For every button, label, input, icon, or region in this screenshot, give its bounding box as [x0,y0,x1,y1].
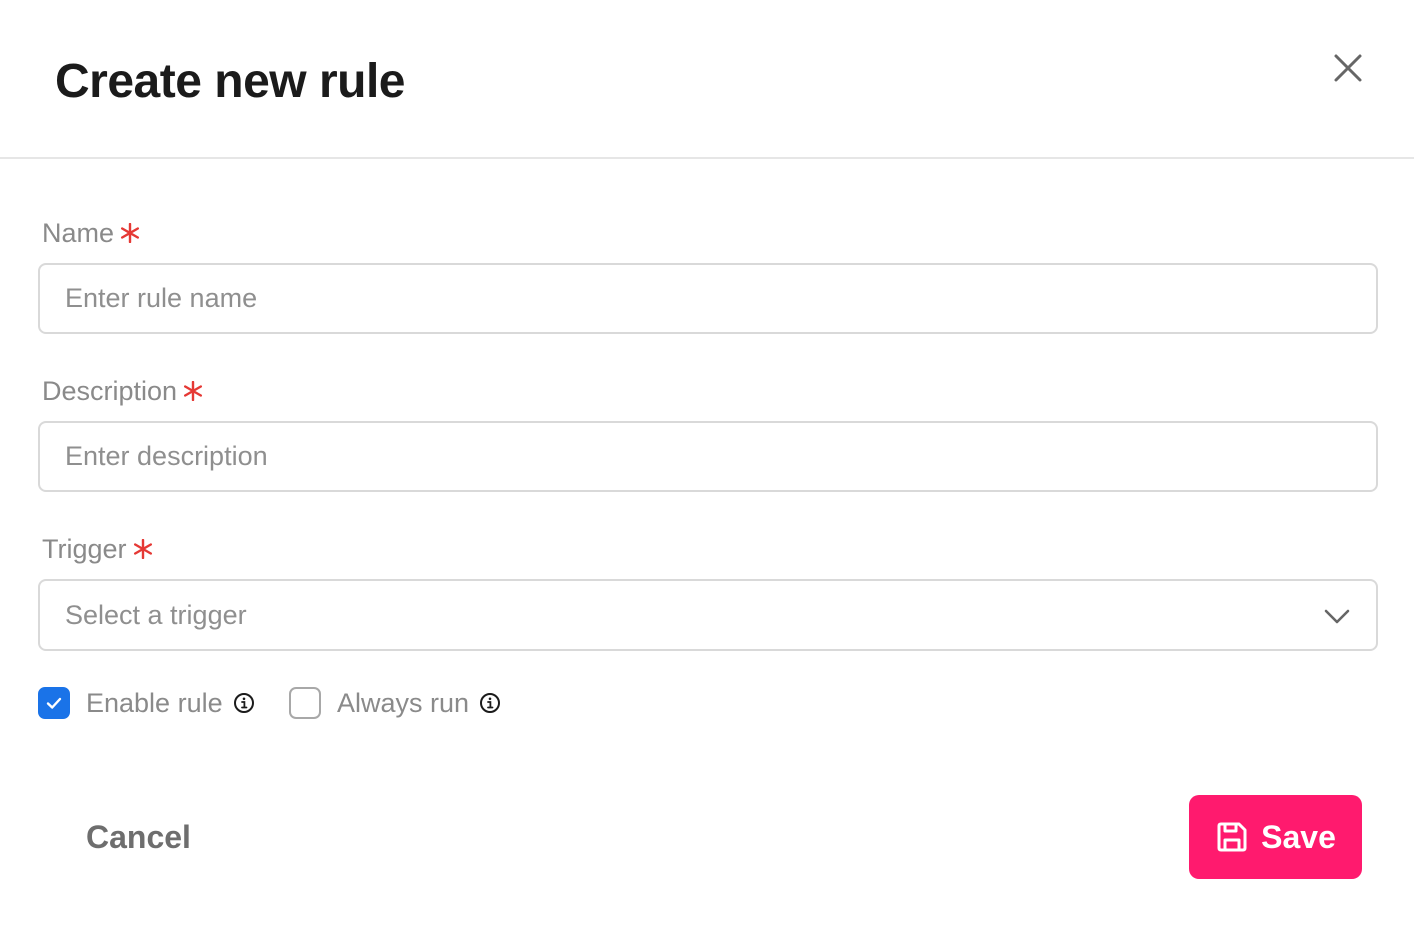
trigger-label: Trigger [42,532,153,566]
chevron-down-icon [1324,609,1350,624]
close-button[interactable] [1326,46,1370,90]
name-input[interactable] [38,263,1378,334]
always-run-label: Always run [337,687,470,718]
enable-rule-option: Enable rule [38,686,255,720]
cancel-button[interactable]: Cancel [66,800,211,874]
enable-rule-label: Enable rule [86,687,223,718]
description-input[interactable] [38,421,1378,492]
asterisk-icon [183,381,203,401]
enable-rule-checkbox[interactable] [38,687,70,719]
always-run-checkbox[interactable] [289,687,321,719]
create-rule-dialog: Create new rule Name Description Trigger [0,0,1414,930]
close-icon [1334,54,1362,82]
dialog-header: Create new rule [0,0,1414,159]
asterisk-icon [133,539,153,559]
info-icon[interactable] [233,692,255,714]
info-icon[interactable] [479,692,501,714]
trigger-select-value: Select a trigger [65,599,247,630]
floppy-disk-icon [1217,822,1247,852]
trigger-select[interactable]: Select a trigger [38,579,1378,651]
description-label: Description [42,374,203,408]
check-icon [46,697,62,709]
save-button[interactable]: Save [1189,795,1362,879]
save-button-label: Save [1261,818,1336,855]
name-label-text: Name [42,218,115,248]
description-label-text: Description [42,376,178,406]
always-run-option: Always run [289,686,501,720]
name-label: Name [42,216,140,250]
dialog-title: Create new rule [55,55,405,108]
trigger-label-text: Trigger [42,534,127,564]
asterisk-icon [120,223,140,243]
